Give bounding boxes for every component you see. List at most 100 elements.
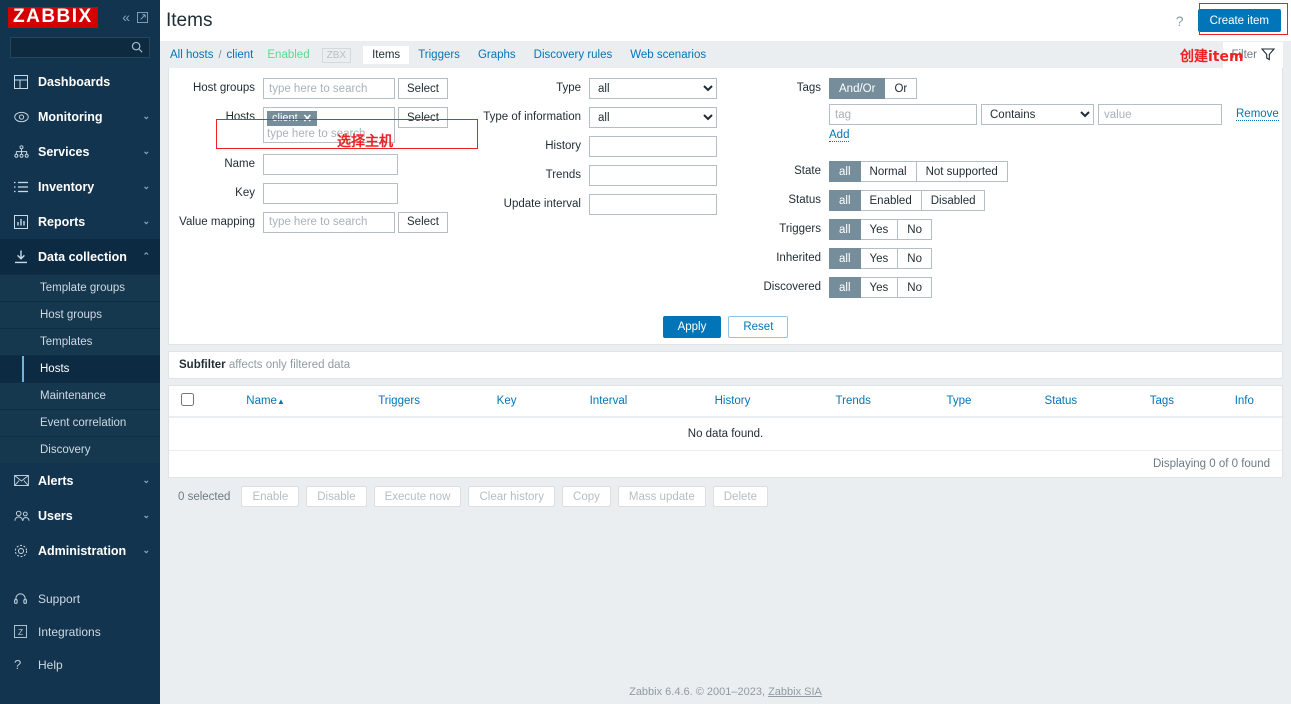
top-bar: Items ? Create item: [160, 0, 1291, 42]
tab-discovery-rules[interactable]: Discovery rules: [525, 46, 622, 64]
select-all-header: [169, 386, 201, 418]
column-header-history[interactable]: History: [671, 386, 794, 418]
filter-actions: Apply Reset: [169, 316, 1282, 338]
sidebar-item-data-collection[interactable]: Data collection ⌃: [0, 239, 160, 274]
status-option-enabled[interactable]: Enabled: [860, 190, 922, 211]
services-tree-icon: [14, 145, 38, 158]
triggers-option-yes[interactable]: Yes: [860, 219, 899, 240]
reset-button[interactable]: Reset: [728, 316, 789, 338]
copy-button[interactable]: Copy: [562, 486, 611, 507]
clear-history-button[interactable]: Clear history: [468, 486, 556, 507]
sidebar-item-inventory[interactable]: Inventory ⌄: [0, 169, 160, 204]
tab-triggers[interactable]: Triggers: [409, 46, 469, 64]
discovered-option-all[interactable]: all: [829, 277, 861, 298]
sidebar-item-alerts[interactable]: Alerts ⌄: [0, 463, 160, 498]
sidebar-item-services[interactable]: Services ⌄: [0, 134, 160, 169]
sidebar-item-label: Help: [38, 657, 63, 672]
tab-web-scenarios[interactable]: Web scenarios: [621, 46, 715, 64]
execute-now-button[interactable]: Execute now: [373, 486, 462, 507]
column-header-tags[interactable]: Tags: [1117, 386, 1207, 418]
tab-graphs[interactable]: Graphs: [469, 46, 525, 64]
question-mark-icon[interactable]: ?: [1172, 13, 1188, 29]
sidebar-item-administration[interactable]: Administration ⌄: [0, 533, 160, 568]
close-x-icon[interactable]: ✕: [303, 112, 312, 125]
tag-name-input[interactable]: [829, 104, 977, 125]
sidebar-item-support[interactable]: Support: [0, 582, 160, 615]
value-mapping-input[interactable]: [263, 211, 395, 233]
history-input[interactable]: [589, 136, 717, 157]
sidebar-search[interactable]: [10, 37, 150, 58]
triggers-option-all[interactable]: all: [829, 219, 861, 240]
sidebar-item-event-correlation[interactable]: Event correlation: [0, 409, 160, 436]
sidebar-item-hosts[interactable]: Hosts: [0, 355, 160, 382]
inherited-option-all[interactable]: all: [829, 248, 861, 269]
trends-input[interactable]: [589, 165, 717, 186]
sidebar-item-users[interactable]: Users ⌄: [0, 498, 160, 533]
tag-condition-select[interactable]: Contains: [981, 104, 1094, 125]
update-interval-input[interactable]: [589, 194, 717, 215]
name-input[interactable]: [263, 153, 398, 175]
column-header-key[interactable]: Key: [468, 386, 546, 418]
disable-button[interactable]: Disable: [306, 486, 367, 507]
inherited-option-no[interactable]: No: [898, 248, 932, 269]
select-all-checkbox[interactable]: [181, 393, 194, 406]
breadcrumb-host[interactable]: client: [227, 49, 254, 61]
sidebar-item-reports[interactable]: Reports ⌄: [0, 204, 160, 239]
footer-link[interactable]: Zabbix SIA: [768, 686, 822, 698]
column-header-type[interactable]: Type: [913, 386, 1005, 418]
state-option-not-supported[interactable]: Not supported: [916, 161, 1008, 182]
status-option-disabled[interactable]: Disabled: [921, 190, 986, 211]
hosts-select-button[interactable]: Select: [398, 107, 448, 128]
type-select[interactable]: all: [589, 78, 717, 99]
tag-remove-link[interactable]: Remove: [1236, 108, 1279, 121]
state-label: State: [794, 165, 821, 177]
column-header-interval[interactable]: Interval: [545, 386, 672, 418]
sidebar-item-host-groups[interactable]: Host groups: [0, 301, 160, 328]
mass-update-button[interactable]: Mass update: [617, 486, 706, 507]
discovered-option-yes[interactable]: Yes: [860, 277, 899, 298]
tag-add-link[interactable]: Add: [829, 129, 850, 142]
apply-button[interactable]: Apply: [662, 316, 722, 338]
column-header-triggers[interactable]: Triggers: [330, 386, 469, 418]
type-of-information-select[interactable]: all: [589, 107, 717, 128]
value-mapping-select-button[interactable]: Select: [398, 211, 448, 233]
host-groups-input[interactable]: [263, 78, 395, 99]
host-chip[interactable]: client ✕: [267, 110, 317, 126]
triggers-option-no[interactable]: No: [898, 219, 932, 240]
state-option-normal[interactable]: Normal: [860, 161, 917, 182]
discovered-option-no[interactable]: No: [898, 277, 932, 298]
create-item-button[interactable]: Create item: [1197, 9, 1281, 32]
key-input[interactable]: [263, 182, 398, 204]
tag-value-input[interactable]: [1098, 104, 1222, 125]
column-header-status[interactable]: Status: [1004, 386, 1118, 418]
sidebar-item-discovery[interactable]: Discovery: [0, 436, 160, 463]
breadcrumb-all-hosts[interactable]: All hosts: [170, 49, 213, 61]
status-option-all[interactable]: all: [829, 190, 861, 211]
sidebar-item-integrations[interactable]: Z Integrations: [0, 615, 160, 648]
filter-tab[interactable]: Filter: [1223, 42, 1283, 68]
filter-panel: Host groups Select Hosts client ✕ type h…: [168, 68, 1283, 345]
column-header-trends[interactable]: Trends: [793, 386, 914, 418]
sidebar-item-help[interactable]: ? Help: [0, 648, 160, 681]
column-header-info[interactable]: Info: [1206, 386, 1282, 418]
column-header-name[interactable]: Name▲: [201, 386, 331, 418]
field-key: Key: [169, 182, 469, 205]
delete-button[interactable]: Delete: [712, 486, 768, 507]
tags-operator-andor[interactable]: And/Or: [829, 78, 886, 99]
sidebar-item-maintenance[interactable]: Maintenance: [0, 382, 160, 409]
zabbix-logo[interactable]: ZABBIX: [8, 6, 98, 28]
state-option-all[interactable]: all: [829, 161, 861, 182]
tags-operator-or[interactable]: Or: [885, 78, 918, 99]
hosts-multiselect[interactable]: client ✕ type here to search: [263, 107, 395, 143]
tab-items[interactable]: Items: [363, 46, 410, 64]
enable-button[interactable]: Enable: [241, 486, 300, 507]
sidebar-item-templates[interactable]: Templates: [0, 328, 160, 355]
pin-window-icon[interactable]: [137, 11, 148, 23]
sidebar-item-template-groups[interactable]: Template groups: [0, 274, 160, 301]
inherited-option-yes[interactable]: Yes: [860, 248, 899, 269]
host-groups-select-button[interactable]: Select: [398, 78, 448, 99]
chevron-double-left-icon[interactable]: «: [122, 10, 130, 24]
sidebar-item-monitoring[interactable]: Monitoring ⌄: [0, 99, 160, 134]
sidebar-item-dashboards[interactable]: Dashboards: [0, 64, 160, 99]
search-input[interactable]: [11, 41, 149, 54]
